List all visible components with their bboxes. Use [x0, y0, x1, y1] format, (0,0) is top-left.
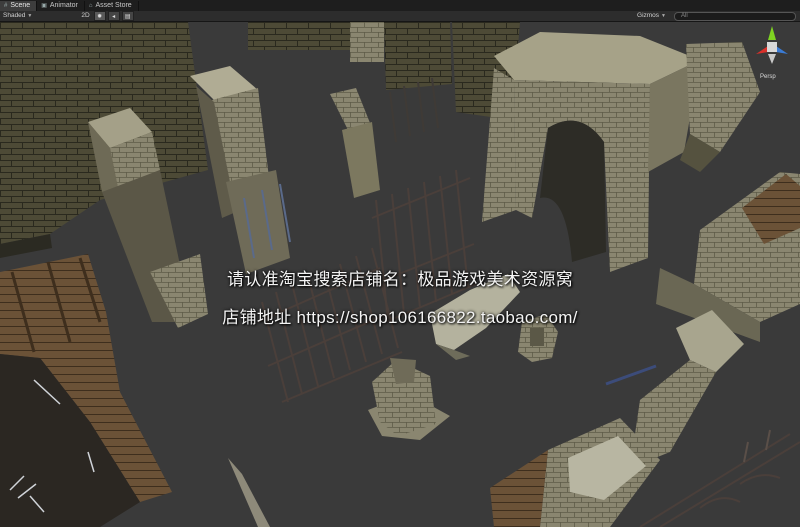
- scene-viewport[interactable]: 请认准淘宝搜索店铺名：极品游戏美术资源窝 店铺地址 https://shop10…: [0, 22, 800, 527]
- unity-scene-window: # Scene ▣ Animator ⌂ Asset Store Shaded …: [0, 0, 800, 527]
- image-icon: ▤: [124, 13, 131, 20]
- scene-toolbar: Shaded ▼ 2D ✹ ◂ ▤ Gizmos ▼ All: [0, 11, 800, 22]
- editor-tab-bar: # Scene ▣ Animator ⌂ Asset Store: [0, 0, 800, 11]
- chevron-down-icon: ▼: [27, 13, 33, 19]
- scene-lighting-button[interactable]: ✹: [93, 11, 106, 21]
- tab-scene-label: Scene: [10, 2, 31, 9]
- scene-search-input[interactable]: All: [674, 11, 796, 21]
- gizmos-label: Gizmos: [637, 12, 660, 19]
- chevron-down-icon: ▼: [661, 13, 666, 19]
- shading-mode-dropdown[interactable]: Shaded ▼: [0, 12, 40, 20]
- gizmos-dropdown[interactable]: Gizmos ▼: [634, 12, 674, 20]
- animator-icon: ▣: [41, 3, 47, 9]
- tab-animator-label: Animator: [49, 2, 78, 9]
- scene-effects-button[interactable]: ▤: [121, 11, 134, 21]
- tab-scene[interactable]: # Scene: [0, 1, 38, 11]
- shading-mode-label: Shaded: [3, 12, 26, 19]
- watermark-line-2: 店铺地址 https://shop106166822.taobao.com/: [222, 308, 578, 327]
- asset-store-icon: ⌂: [88, 3, 93, 9]
- tab-asset-store-label: Asset Store: [95, 2, 132, 9]
- scene-audio-button[interactable]: ◂: [107, 11, 120, 21]
- projection-label[interactable]: Persp: [760, 74, 776, 80]
- speaker-icon: ◂: [112, 13, 116, 20]
- scene-icon: #: [4, 3, 8, 9]
- toggle-2d-button[interactable]: 2D: [78, 12, 92, 20]
- sun-icon: ✹: [97, 13, 103, 20]
- tab-asset-store[interactable]: ⌂ Asset Store: [85, 1, 139, 11]
- toggle-2d-label: 2D: [81, 12, 90, 19]
- axis-gizmo-icon: [756, 26, 788, 64]
- tab-animator[interactable]: ▣ Animator: [37, 1, 85, 11]
- search-placeholder: All: [681, 12, 688, 19]
- watermark-line-1: 请认准淘宝搜索店铺名：极品游戏美术资源窝: [227, 270, 573, 289]
